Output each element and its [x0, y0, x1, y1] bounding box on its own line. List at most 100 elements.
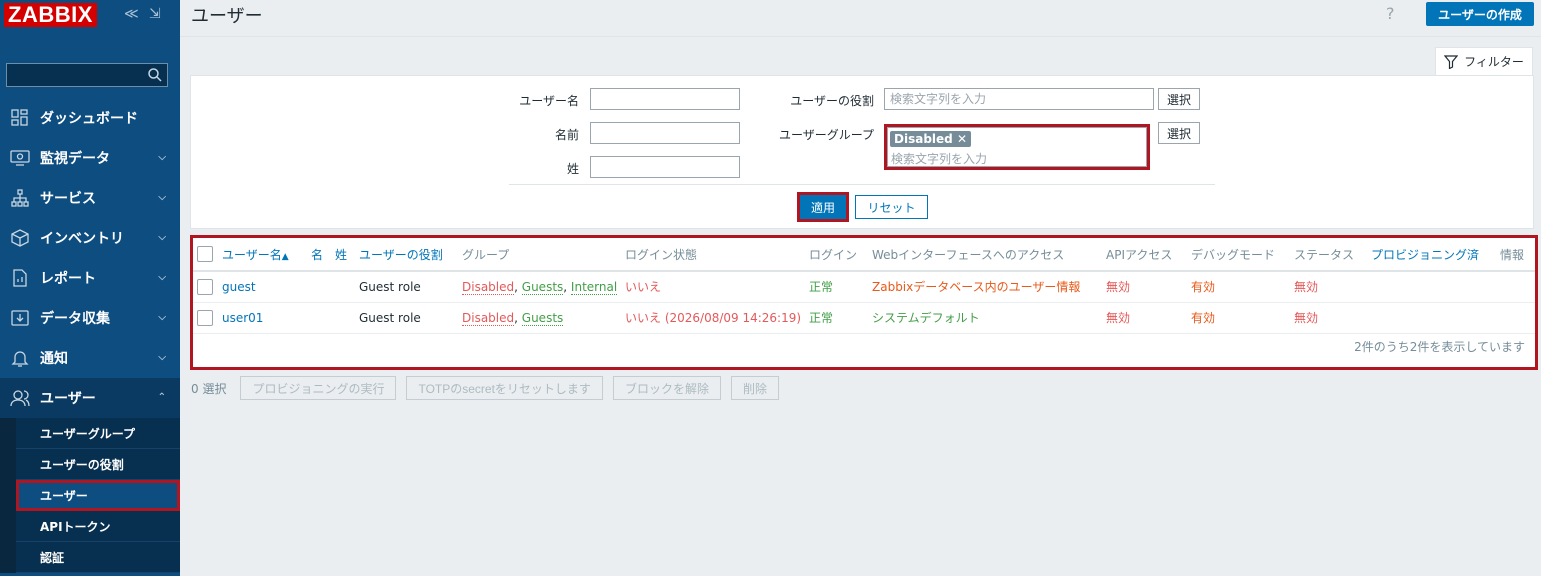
- status-cell[interactable]: 無効: [1290, 302, 1367, 334]
- apply-button-highlight: 適用: [797, 192, 849, 222]
- row-checkbox[interactable]: [197, 278, 213, 295]
- col-surname-label[interactable]: 姓: [335, 248, 347, 262]
- submenu-item-user-roles[interactable]: ユーザーの役割: [16, 449, 180, 480]
- submenu-item-users[interactable]: ユーザー: [16, 480, 180, 511]
- create-user-button[interactable]: ユーザーの作成: [1426, 2, 1534, 26]
- chevron-down-icon: ⌵: [158, 272, 166, 283]
- monitoring-icon: [0, 148, 40, 168]
- group-chip[interactable]: Disabled ✕: [890, 131, 971, 147]
- row-select-cell: [193, 271, 218, 303]
- user-group-select-button[interactable]: 選択: [1158, 122, 1201, 144]
- delete-button[interactable]: 削除: [730, 376, 779, 400]
- sidebar: ZABBIX ≪ ⇲ ダッシュボード 監視データ ⌵ サービス ⌵ インベントリ…: [0, 0, 180, 576]
- help-icon[interactable]: ?: [1386, 4, 1395, 23]
- col-login: ログイン: [805, 238, 868, 272]
- col-role-label[interactable]: ユーザーの役割: [359, 248, 443, 262]
- col-login-status: ログイン状態: [621, 238, 805, 272]
- username-link[interactable]: user01: [218, 302, 307, 334]
- col-name[interactable]: 名: [307, 238, 331, 272]
- info-cell: [1496, 302, 1535, 334]
- col-info: 情報: [1496, 238, 1535, 272]
- provisioned-cell: [1367, 271, 1496, 303]
- group-link[interactable]: Disabled: [462, 279, 515, 295]
- kiosk-mode-icon[interactable]: ⇲: [149, 6, 161, 22]
- col-surname[interactable]: 姓: [331, 238, 355, 272]
- surname-input[interactable]: [590, 156, 740, 178]
- provisioned-cell: [1367, 302, 1496, 334]
- select-all-cell: [193, 238, 218, 272]
- name-input[interactable]: [590, 122, 740, 144]
- user-group-placeholder: 検索文字列を入力: [891, 152, 988, 166]
- col-name-label[interactable]: 名: [311, 248, 323, 262]
- chevron-down-icon: ⌵: [158, 192, 166, 203]
- menu-item-users[interactable]: ユーザー ⌃: [0, 378, 180, 418]
- col-provisioned[interactable]: プロビジョニング済: [1367, 238, 1496, 272]
- api-access-cell: 無効: [1102, 302, 1187, 334]
- user-role-input[interactable]: [884, 88, 1154, 110]
- menu-item-data-collection[interactable]: データ収集 ⌵: [0, 298, 180, 338]
- page-title: ユーザー: [191, 6, 263, 27]
- reset-button[interactable]: リセット: [855, 195, 928, 219]
- filter-tab[interactable]: フィルター: [1435, 47, 1533, 75]
- surname-label: 姓: [566, 162, 579, 176]
- group-chip-label: Disabled: [894, 132, 953, 146]
- menu-item-reports[interactable]: レポート ⌵: [0, 258, 180, 298]
- submenu-item-api-tokens[interactable]: APIトークン: [16, 511, 180, 542]
- status-cell[interactable]: 無効: [1290, 271, 1367, 303]
- reports-icon: [0, 268, 40, 288]
- menu-item-services[interactable]: サービス ⌵: [0, 178, 180, 218]
- users-submenu: ユーザーグループ ユーザーの役割 ユーザー APIトークン 認証: [0, 418, 180, 573]
- col-api-access: APIアクセス: [1102, 238, 1187, 272]
- group-separator: ,: [563, 279, 571, 294]
- login-status-cell: いいえ: [621, 271, 805, 303]
- filter-tab-label: フィルター: [1464, 55, 1524, 69]
- row-select-cell: [193, 302, 218, 334]
- menu-item-monitoring[interactable]: 監視データ ⌵: [0, 138, 180, 178]
- group-link[interactable]: Guests: [521, 310, 564, 326]
- api-access-cell: 無効: [1102, 271, 1187, 303]
- col-username-label[interactable]: ユーザー名: [222, 248, 282, 262]
- menu-item-inventory[interactable]: インベントリ ⌵: [0, 218, 180, 258]
- inventory-icon: [0, 228, 40, 248]
- username-link[interactable]: guest: [218, 271, 307, 303]
- select-all-checkbox[interactable]: [197, 246, 213, 262]
- role-cell: Guest role: [355, 271, 458, 303]
- submenu-item-authentication[interactable]: 認証: [16, 542, 180, 573]
- col-provisioned-label[interactable]: プロビジョニング済: [1371, 248, 1479, 262]
- table-footer-count: 2件のうち2件を表示しています: [1354, 340, 1525, 354]
- menu-item-alerts[interactable]: 通知 ⌵: [0, 338, 180, 378]
- chevron-down-icon: ⌵: [158, 152, 166, 163]
- user-group-field[interactable]: Disabled ✕ 検索文字列を入力: [887, 127, 1147, 167]
- user-group-multiselect[interactable]: Disabled ✕ 検索文字列を入力: [884, 124, 1150, 170]
- table-row: user01 Guest role Disabled, Guests いいえ (…: [193, 302, 1535, 334]
- col-status: ステータス: [1290, 238, 1367, 272]
- info-cell: [1496, 271, 1535, 303]
- row-checkbox[interactable]: [197, 309, 213, 326]
- submenu-item-user-groups[interactable]: ユーザーグループ: [16, 418, 180, 449]
- chevron-down-icon: ⌵: [158, 352, 166, 363]
- group-link[interactable]: Guests: [521, 279, 564, 295]
- header-divider: [180, 36, 1541, 37]
- collapse-sidebar-icon[interactable]: ≪: [124, 6, 139, 22]
- group-link[interactable]: Internal: [570, 279, 618, 295]
- name-cell: [307, 302, 331, 334]
- search-icon[interactable]: [147, 67, 163, 83]
- name-cell: [307, 271, 331, 303]
- group-separator: ,: [514, 279, 522, 294]
- col-frontend-access: Webインターフェースへのアクセス: [868, 238, 1102, 272]
- name-label: 名前: [554, 128, 579, 142]
- frontend-access-cell: Zabbixデータベース内のユーザー情報: [868, 271, 1102, 303]
- username-input[interactable]: [590, 88, 740, 110]
- sidebar-search-input[interactable]: [6, 63, 168, 87]
- user-role-select-button[interactable]: 選択: [1158, 88, 1201, 110]
- col-username[interactable]: ユーザー名▲: [218, 238, 307, 272]
- provision-now-button[interactable]: プロビジョニングの実行: [240, 376, 397, 400]
- zabbix-logo[interactable]: ZABBIX: [4, 3, 97, 27]
- menu-item-dashboard[interactable]: ダッシュボード: [0, 98, 180, 138]
- unblock-button[interactable]: ブロックを解除: [612, 376, 721, 400]
- col-role[interactable]: ユーザーの役割: [355, 238, 458, 272]
- reset-totp-button[interactable]: TOTPのsecretをリセットします: [406, 376, 603, 400]
- group-link[interactable]: Disabled: [462, 310, 515, 326]
- remove-chip-icon[interactable]: ✕: [957, 132, 967, 146]
- apply-button[interactable]: 適用: [800, 195, 846, 219]
